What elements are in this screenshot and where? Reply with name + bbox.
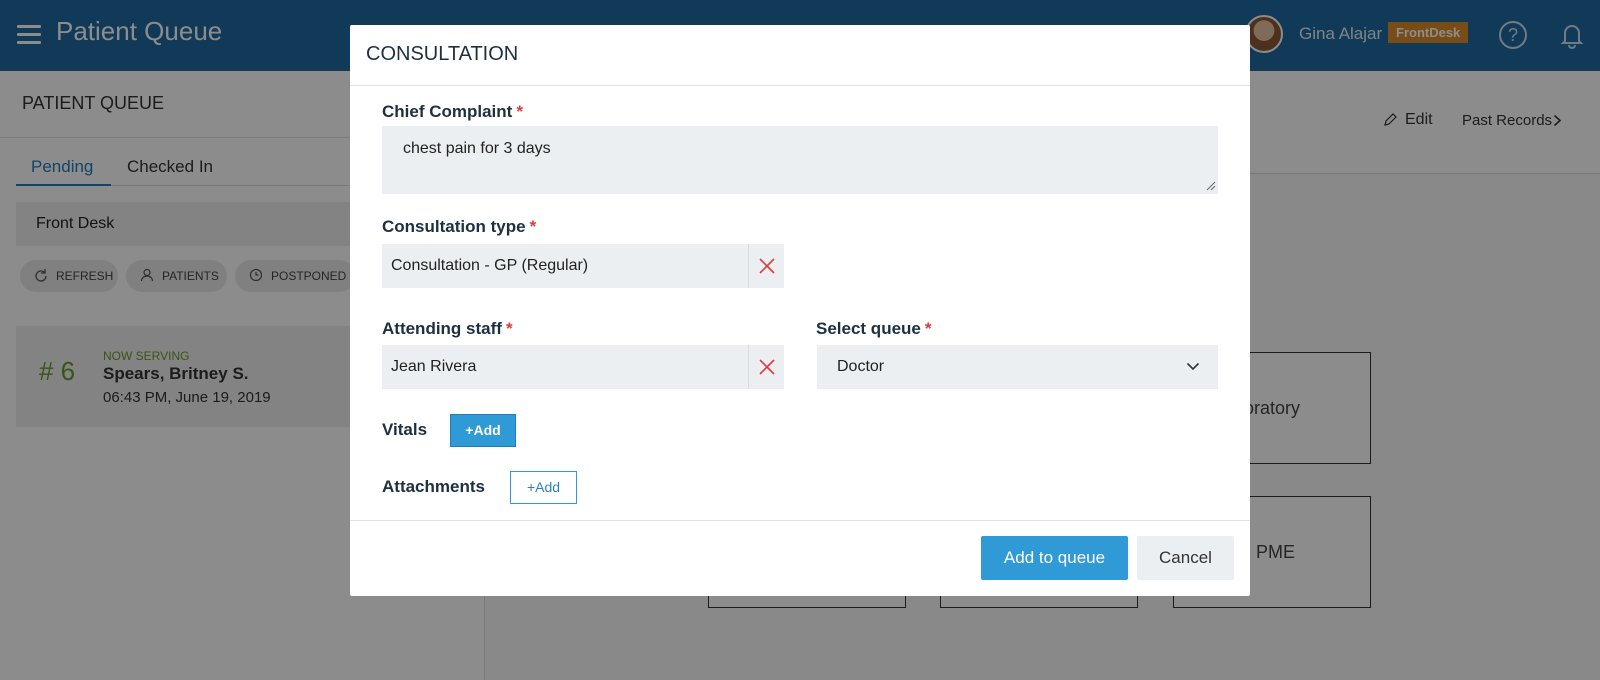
divider [350, 520, 1250, 521]
consultation-type-label: Consultation type * [382, 217, 537, 236]
attending-staff-select[interactable]: Jean Rivera [382, 345, 784, 389]
required-marker: * [505, 319, 513, 338]
add-vitals-button[interactable]: +Add [450, 414, 516, 447]
required-marker: * [924, 319, 932, 338]
add-attachment-button[interactable]: +Add [510, 471, 577, 504]
consultation-type-value: Consultation - GP (Regular) [391, 257, 589, 274]
close-icon [759, 359, 775, 375]
select-queue-dropdown[interactable]: Doctor [817, 345, 1218, 389]
select-queue-value: Doctor [837, 358, 885, 375]
chevron-down-icon [1186, 362, 1200, 371]
chief-complaint-input[interactable]: chest pain for 3 days [382, 126, 1218, 194]
vitals-label: Vitals [382, 420, 428, 439]
divider [350, 85, 1250, 86]
consultation-modal: CONSULTATION Chief Complaint * chest pain… [350, 25, 1250, 596]
required-marker: * [529, 217, 537, 236]
resize-grip-icon[interactable] [1206, 181, 1216, 191]
select-queue-label: Select queue * [816, 319, 932, 338]
attending-staff-value: Jean Rivera [391, 358, 477, 375]
cancel-button[interactable]: Cancel [1137, 536, 1234, 580]
required-marker: * [516, 102, 523, 121]
clear-consultation-type-button[interactable] [748, 244, 784, 288]
attachments-label: Attachments [382, 477, 485, 496]
add-to-queue-button[interactable]: Add to queue [981, 536, 1128, 580]
plus-icon: + [526, 479, 536, 495]
modal-title: CONSULTATION [366, 43, 519, 65]
close-icon [759, 258, 775, 274]
chief-complaint-label: Chief Complaint * [382, 102, 523, 121]
consultation-type-select[interactable]: Consultation - GP (Regular) [382, 244, 784, 288]
clear-attending-staff-button[interactable] [748, 345, 784, 389]
attending-staff-label: Attending staff * [382, 319, 513, 338]
